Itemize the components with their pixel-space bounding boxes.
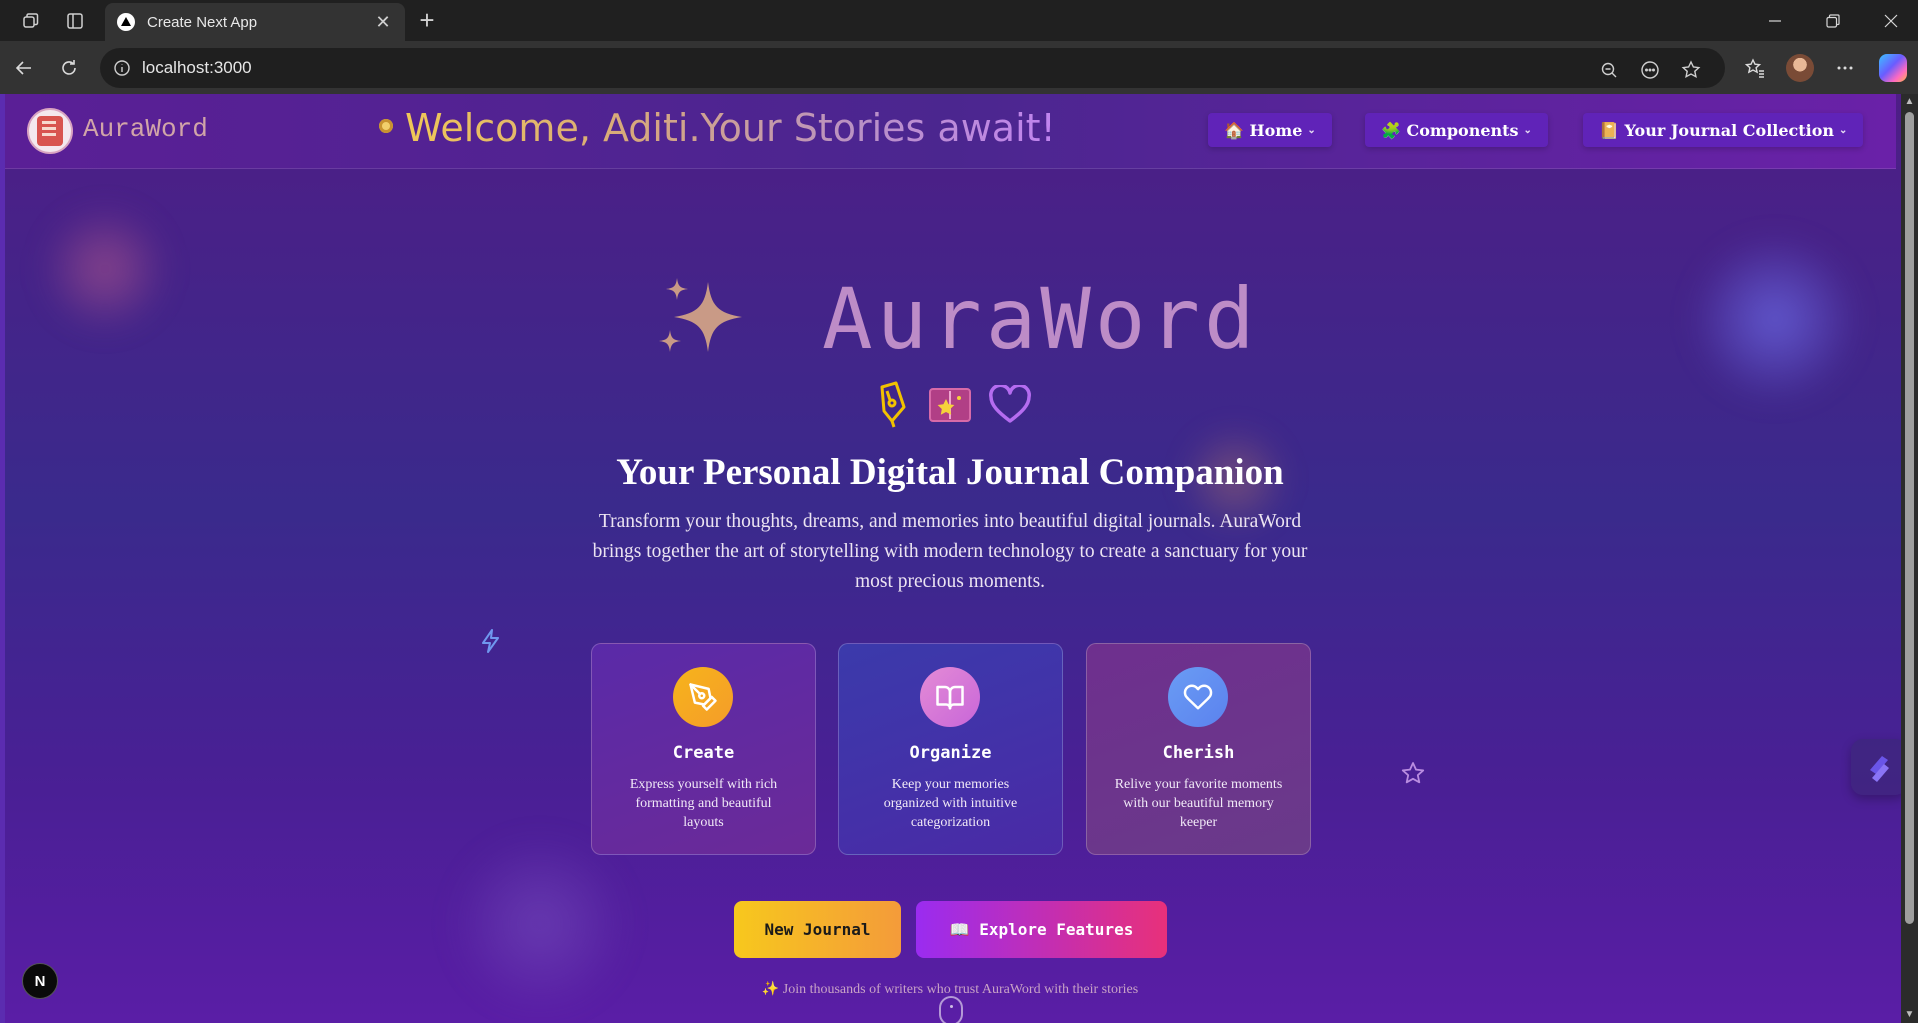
nav-journal-collection-label: Your Journal Collection — [1624, 120, 1835, 140]
browser-tab-bar: Create Next App ✕ + — [0, 0, 1918, 41]
card-description: Keep your memories organized with intuit… — [883, 777, 1018, 830]
glow-decoration — [1690, 234, 1860, 404]
page-left-border — [0, 94, 5, 1023]
page-viewport: AuraWord Welcome, Aditi.Your Stories awa… — [0, 94, 1918, 1023]
close-window-icon[interactable] — [1878, 8, 1904, 34]
fountain-pen-icon — [868, 381, 912, 428]
welcome-message: Welcome, Aditi.Your Stories await! — [405, 106, 1056, 150]
favorites-icon[interactable] — [1741, 54, 1769, 82]
book-open-icon — [920, 667, 980, 727]
nav-components-label: Components — [1406, 120, 1519, 140]
puzzle-emoji-icon: 🧩 — [1381, 120, 1401, 140]
nav-home[interactable]: 🏠 Home ⌄ — [1208, 113, 1332, 147]
site-header: AuraWord Welcome, Aditi.Your Stories awa… — [5, 94, 1896, 169]
more-options-icon[interactable] — [1831, 54, 1859, 82]
scroll-down-icon[interactable]: ▼ — [1904, 1010, 1915, 1020]
nav-home-label: Home — [1249, 120, 1303, 140]
feature-card-create[interactable]: Create Express yourself with rich format… — [591, 643, 816, 855]
reading-mode-icon[interactable] — [1638, 58, 1662, 82]
scroll-indicator-icon[interactable] — [939, 996, 963, 1023]
card-title: Cherish — [1162, 743, 1235, 763]
feature-card-cherish[interactable]: Cherish Relive your favorite moments wit… — [1086, 643, 1311, 855]
url-text[interactable]: localhost:3000 — [142, 58, 252, 78]
heart-outline-icon — [988, 383, 1032, 427]
scroll-thumb[interactable] — [1905, 112, 1914, 924]
card-description: Express yourself with rich formatting an… — [629, 777, 778, 830]
star-outline-icon — [1400, 761, 1426, 792]
card-description: Relive your favorite moments with our be… — [1114, 777, 1283, 830]
nextjs-dev-badge[interactable]: N — [22, 963, 58, 999]
address-bar[interactable]: localhost:3000 — [100, 48, 1725, 88]
pen-tool-icon — [673, 667, 733, 727]
reload-icon[interactable] — [55, 54, 83, 82]
site-info-icon[interactable] — [112, 58, 132, 78]
sparkles-icon — [658, 276, 754, 371]
explore-features-button[interactable]: 📖 Explore Features — [916, 901, 1167, 958]
nav-journal-collection[interactable]: 📔 Your Journal Collection ⌄ — [1583, 113, 1864, 147]
welcome-dot-icon — [379, 119, 393, 133]
heart-icon — [1168, 667, 1228, 727]
close-tab-icon[interactable]: ✕ — [373, 12, 393, 33]
tab-title: Create Next App — [147, 13, 258, 31]
home-emoji-icon: 🏠 — [1224, 120, 1244, 140]
chevron-down-icon: ⌄ — [1839, 124, 1848, 136]
logo-notebook-icon[interactable] — [27, 108, 73, 154]
nextjs-favicon-icon — [117, 13, 135, 31]
lightning-icon — [477, 627, 505, 660]
hero-subtitle: Your Personal Digital Journal Companion — [616, 452, 1284, 493]
profile-avatar[interactable] — [1786, 54, 1814, 82]
copilot-icon[interactable] — [1879, 54, 1907, 82]
chevron-down-icon: ⌄ — [1307, 124, 1316, 136]
zoom-out-icon[interactable] — [1597, 58, 1621, 82]
card-title: Organize — [909, 743, 992, 763]
new-tab-icon[interactable]: + — [414, 7, 440, 33]
glow-decoration — [40, 204, 170, 334]
workspaces-icon[interactable] — [18, 8, 44, 34]
nav-components[interactable]: 🧩 Components ⌄ — [1365, 113, 1548, 147]
hero-description: Transform your thoughts, dreams, and mem… — [592, 511, 1308, 592]
scroll-up-icon[interactable]: ▲ — [1904, 97, 1915, 107]
browser-toolbar: localhost:3000 — [0, 41, 1918, 94]
side-widget-icon[interactable] — [1851, 739, 1907, 795]
notebook-emoji-icon: 📔 — [1599, 120, 1619, 140]
browser-tab[interactable]: Create Next App ✕ — [105, 3, 405, 41]
chevron-down-icon: ⌄ — [1523, 124, 1532, 136]
page-scrollbar[interactable]: ▲ ▼ — [1901, 94, 1918, 1023]
logo-text[interactable]: AuraWord — [83, 114, 208, 144]
storybook-icon — [928, 383, 972, 427]
back-icon[interactable] — [10, 54, 38, 82]
tab-actions-icon[interactable] — [62, 8, 88, 34]
card-title: Create — [672, 743, 735, 763]
favorite-star-icon[interactable] — [1679, 58, 1703, 82]
feature-card-organize[interactable]: Organize Keep your memories organized wi… — [838, 643, 1063, 855]
hero-title: AuraWord — [822, 270, 1259, 368]
minimize-icon[interactable] — [1762, 8, 1788, 34]
restore-icon[interactable] — [1820, 8, 1846, 34]
new-journal-button[interactable]: New Journal — [734, 901, 901, 958]
